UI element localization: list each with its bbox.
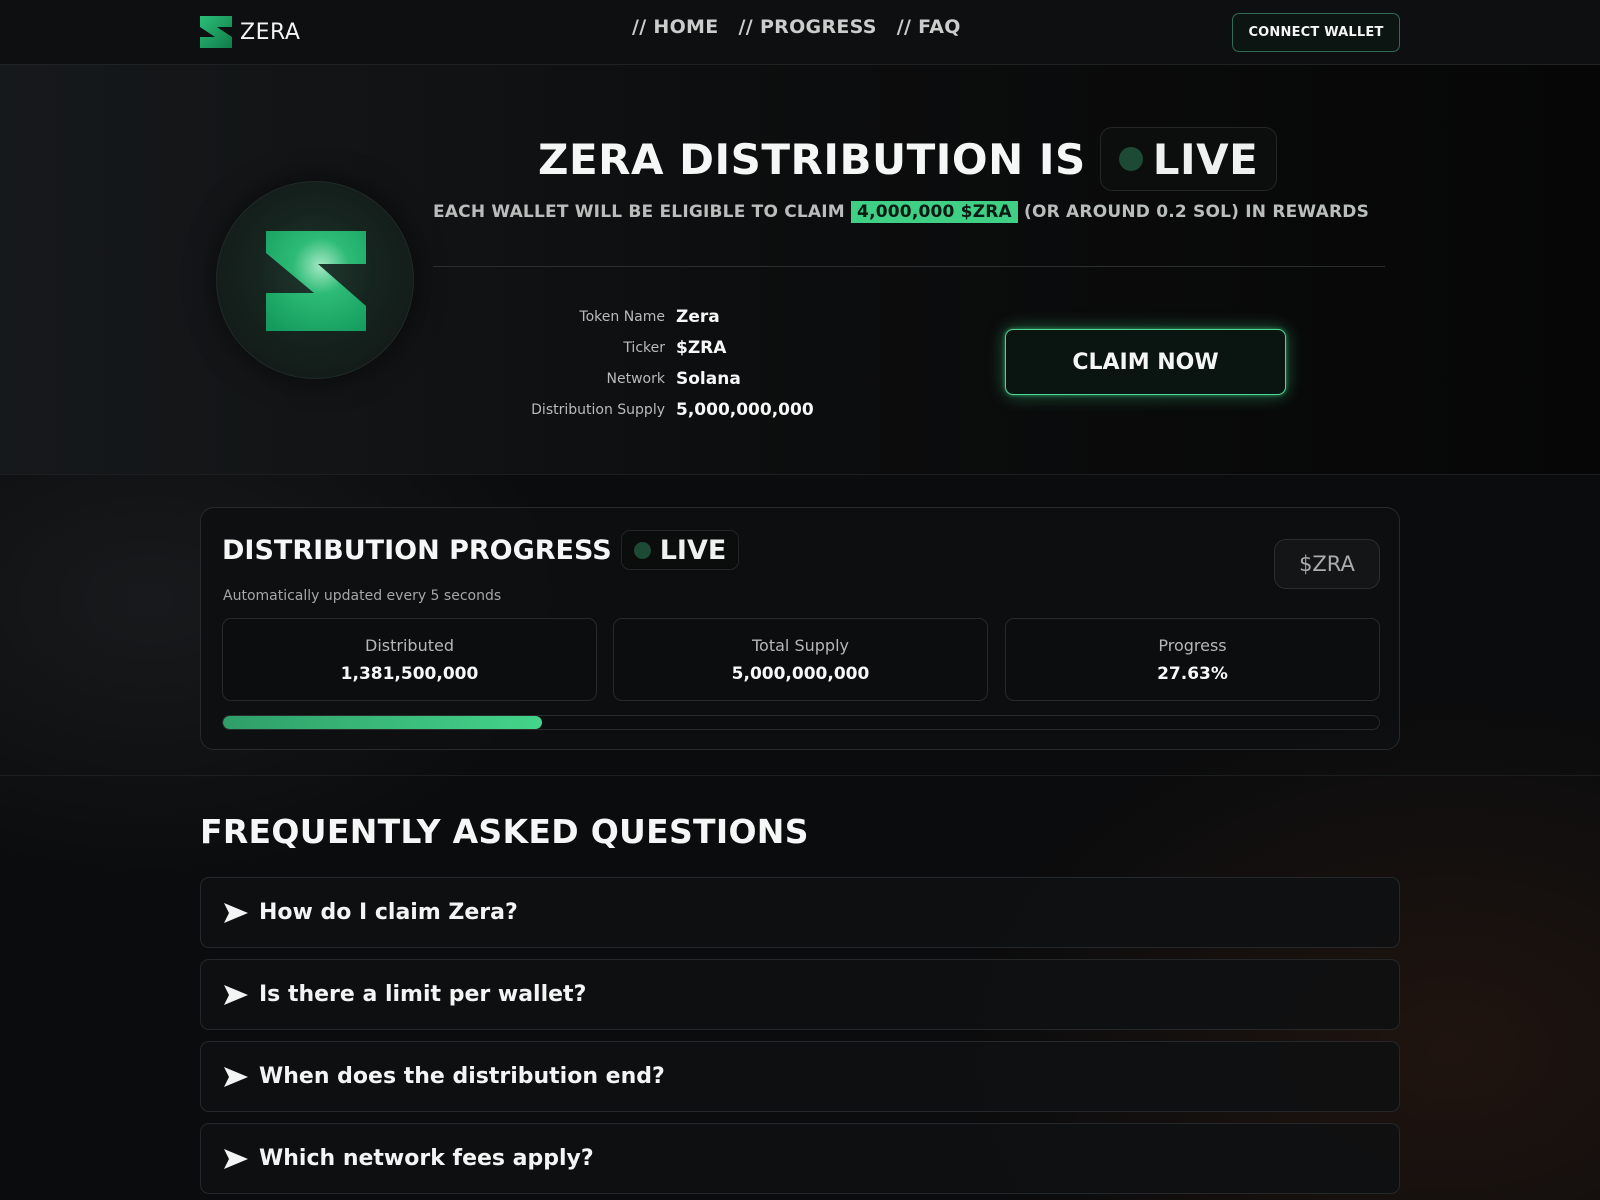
stat-label: Distributed [365,636,454,655]
stat-label: Total Supply [752,636,849,655]
faq-question: When does the distribution end? [259,1064,665,1089]
zera-logo-icon [266,231,366,331]
live-badge-label: LIVE [1152,134,1259,184]
stat-value: 27.63% [1157,664,1228,684]
nav-link-progress[interactable]: // PROGRESS [739,16,877,38]
stat-total-supply: Total Supply 5,000,000,000 [613,618,988,701]
hero-title: ZERA DISTRIBUTION IS LIVE [538,127,1278,191]
hero-divider [433,266,1385,267]
token-info-label: Distribution Supply [531,401,665,418]
token-info-row: Ticker $ZRA [520,332,814,363]
token-info-label: Ticker [623,339,665,356]
faq-title: FREQUENTLY ASKED QUESTIONS [200,812,809,851]
main-nav: // HOME // PROGRESS // FAQ [632,16,961,38]
ticker-badge: $ZRA [1274,539,1380,589]
token-info-value: 5,000,000,000 [676,399,814,420]
faq-item[interactable]: Which network fees apply? [200,1123,1400,1194]
progress-section: DISTRIBUTION PROGRESS LIVE Automatically… [0,476,1600,776]
faq-question: How do I claim Zera? [259,900,518,925]
live-dot-icon [1118,147,1143,171]
connect-wallet-button[interactable]: CONNECT WALLET [1232,13,1400,52]
faq-item[interactable]: When does the distribution end? [200,1041,1400,1112]
faq-question: Is there a limit per wallet? [259,982,587,1007]
token-info-row: Token Name Zera [520,301,814,332]
stat-value: 5,000,000,000 [731,664,870,684]
page: ZERA // HOME // PROGRESS // FAQ CONNECT … [0,0,1600,1200]
arrow-right-icon [224,984,248,1005]
distribution-progress-card: DISTRIBUTION PROGRESS LIVE Automatically… [200,507,1400,750]
live-dot-icon [633,541,651,559]
reward-amount-highlight: 4,000,000 $ZRA [851,201,1018,223]
live-badge-label: LIVE [659,534,727,566]
arrow-right-icon [224,902,248,923]
progress-title: DISTRIBUTION PROGRESS LIVE [222,530,740,570]
logo-text: ZERA [240,19,301,45]
nav-link-faq[interactable]: // FAQ [897,16,961,38]
token-info-table: Token Name Zera Ticker $ZRA Network Sola… [520,301,814,425]
stat-label: Progress [1158,636,1227,655]
site-logo[interactable]: ZERA [200,16,300,48]
progress-bar-track [222,715,1380,730]
token-info-label: Network [606,370,665,387]
arrow-right-icon [224,1148,248,1169]
token-logo [216,181,414,379]
hero-title-text: ZERA DISTRIBUTION IS [538,134,1086,184]
claim-now-button[interactable]: CLAIM NOW [1005,329,1286,395]
progress-subtitle: Automatically updated every 5 seconds [223,588,502,604]
progress-bar-fill [223,716,543,729]
stat-progress: Progress 27.63% [1005,618,1380,701]
live-badge: LIVE [1099,127,1278,191]
nav-link-home[interactable]: // HOME [632,16,719,38]
token-info-label: Token Name [579,308,665,325]
token-info-row: Distribution Supply 5,000,000,000 [520,394,814,425]
arrow-right-icon [224,1066,248,1087]
zera-logo-icon [200,16,232,48]
faq-question: Which network fees apply? [259,1146,594,1171]
hero-subtitle-after: (OR AROUND 0.2 SOL) IN REWARDS [1024,202,1370,222]
hero-section: ZERA DISTRIBUTION IS LIVE EACH WALLET WI… [0,65,1600,475]
live-badge: LIVE [620,530,740,570]
faq-item[interactable]: Is there a limit per wallet? [200,959,1400,1030]
faq-item[interactable]: How do I claim Zera? [200,877,1400,948]
top-nav-bar: ZERA // HOME // PROGRESS // FAQ CONNECT … [0,0,1600,65]
token-info-value: Zera [676,306,720,327]
token-info-value: Solana [676,368,741,389]
token-info-row: Network Solana [520,363,814,394]
hero-subtitle: EACH WALLET WILL BE ELIGIBLE TO CLAIM 4,… [433,201,1385,223]
progress-title-text: DISTRIBUTION PROGRESS [222,534,612,566]
hero-subtitle-before: EACH WALLET WILL BE ELIGIBLE TO CLAIM [433,202,845,222]
stat-distributed: Distributed 1,381,500,000 [222,618,597,701]
stat-value: 1,381,500,000 [340,664,479,684]
token-info-value: $ZRA [676,337,727,358]
